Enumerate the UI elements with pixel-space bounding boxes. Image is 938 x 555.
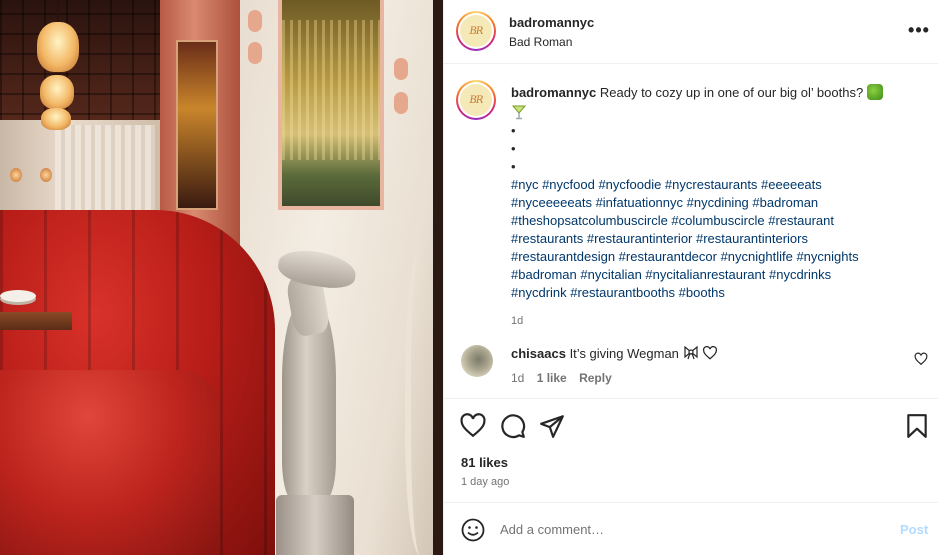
photo-sconce [394,58,408,80]
hashtag-line[interactable]: #restaurants #restaurantinterior #restau… [511,230,926,248]
cocktail-glass-emoji-icon [511,105,527,120]
photo-sconce [248,42,262,64]
save-bookmark-icon[interactable] [904,413,930,439]
avatar-logo: BR [460,15,492,47]
post-photo[interactable] [0,0,443,555]
account-location[interactable]: Bad Roman [509,35,572,49]
hashtag-line[interactable]: #nyceeeeeats #infatuationnyc #nycdining … [511,194,926,212]
add-comment-input[interactable] [500,515,880,543]
photo-lamp [41,108,71,130]
caption-timestamp[interactable]: 1d [511,312,926,330]
like-heart-icon[interactable] [460,413,486,439]
comment-row: chisaacs It’s giving Wegman 1d 1 like Re… [444,338,938,398]
snake-emoji-icon [866,84,883,100]
commenter-avatar[interactable] [461,345,493,377]
caption-body: badromannyc Ready to cozy up in one of o… [511,84,926,330]
comment-likes[interactable]: 1 like [537,371,567,385]
post-actions: 81 likes 1 day ago [444,398,938,518]
caption-dot: • [511,141,516,156]
more-options-icon[interactable]: ••• [904,17,934,47]
hashtag-line[interactable]: #nyc #nycfood #nycfoodie #nycrestaurants… [511,176,926,194]
post-comment-button[interactable]: Post [900,522,928,537]
account-handle[interactable]: badromannyc [509,15,594,30]
photo-plate [0,290,36,302]
photo-wall-light [10,168,22,182]
caption-hashtags: #nyc #nycfood #nycfoodie #nycrestaurants… [511,176,926,302]
photo-table [0,312,72,330]
caption-avatar[interactable]: BR [456,80,496,120]
caption-dot: • [511,159,516,174]
account-avatar[interactable]: BR [456,11,496,51]
post-side-panel: BR badromannyc Bad Roman ••• BR badroman… [443,0,938,555]
share-send-icon[interactable] [539,413,565,439]
ribbon-emoji-icon [683,345,698,360]
photo-mirror-reflection [282,20,380,160]
add-comment-bar: Post [444,502,938,555]
avatar-logo: BR [460,84,492,116]
hashtag-line[interactable]: #badroman #nycitalian #nycitalianrestaur… [511,266,926,284]
photo-wall-light [40,168,52,182]
photo-sconce [394,92,408,114]
hashtag-line[interactable]: #theshopsatcolumbuscircle #columbuscircl… [511,212,926,230]
caption-dots: • • • [511,122,926,176]
hashtag-line[interactable]: #nycdrink #restaurantbooths #booths [511,284,926,302]
comment-reply-button[interactable]: Reply [579,371,612,385]
caption-dot: • [511,123,516,138]
photo-pillar-mirror [176,40,218,210]
white-heart-emoji-icon [703,345,718,360]
post-timestamp[interactable]: 1 day ago [461,476,509,488]
instagram-post-view: BR badromannyc Bad Roman ••• BR badroman… [0,0,938,555]
photo-booth-seat [0,370,220,555]
photo-lamp [37,22,79,72]
photo-sconce [248,10,262,32]
comment-bubble-icon[interactable] [500,413,526,439]
comment-time[interactable]: 1d [511,371,524,385]
photo-dark-edge [433,0,443,555]
hashtag-line[interactable]: #restaurantdesign #restaurantdecor #nycn… [511,248,926,266]
emoji-picker-icon[interactable] [461,518,485,542]
likes-count[interactable]: 81 likes [461,455,508,470]
photo-curtain [55,125,155,220]
photo-pedestal [276,495,354,555]
post-header: BR badromannyc Bad Roman ••• [444,0,938,64]
caption-handle[interactable]: badromannyc [511,85,596,100]
photo-lamp-cord [57,0,59,24]
comment-body: chisaacs It’s giving Wegman [511,345,718,361]
commenter-handle[interactable]: chisaacs [511,346,566,361]
comment-like-heart-icon[interactable] [914,352,928,366]
caption-text: Ready to cozy up in one of our big ol’ b… [599,85,864,100]
comment-meta: 1d 1 like Reply [511,371,621,385]
comment-text: It’s giving Wegman [569,346,679,361]
photo-lamp [40,75,74,109]
